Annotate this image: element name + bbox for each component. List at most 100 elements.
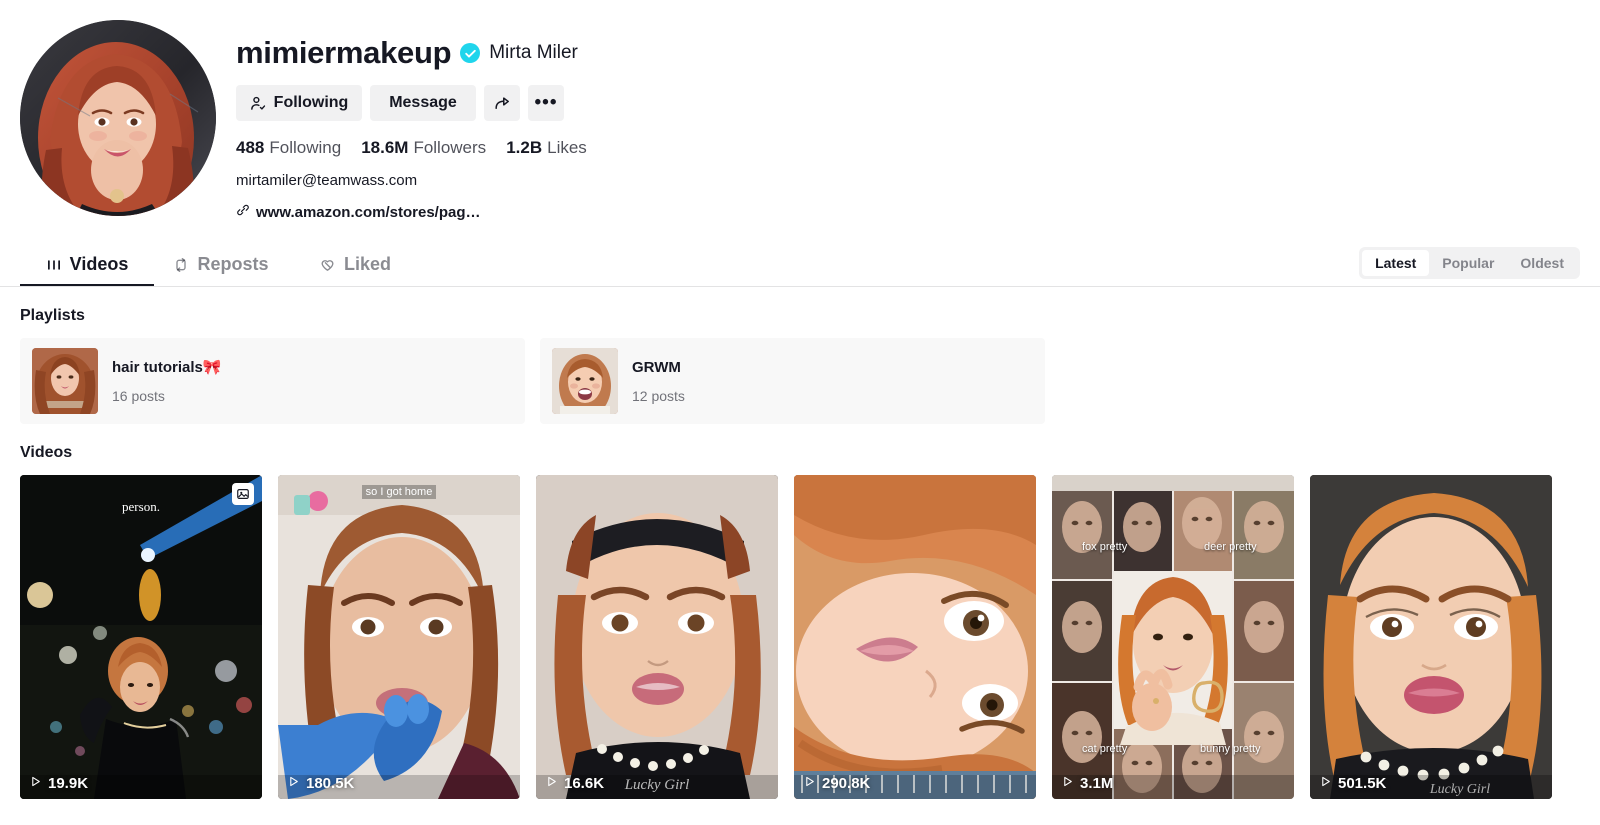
- bio-link-text: www.amazon.com/stores/pag…: [256, 203, 481, 221]
- following-button[interactable]: Following: [236, 85, 362, 121]
- verified-check-icon: [460, 43, 481, 63]
- tab-videos[interactable]: Videos: [20, 243, 154, 286]
- tab-videos-label: Videos: [69, 254, 129, 274]
- sort-option-oldest[interactable]: Oldest: [1507, 250, 1577, 276]
- video-card[interactable]: fox pretty deer pretty cat pretty bunny …: [1052, 475, 1294, 799]
- profile-nickname: Mirta Miler: [489, 42, 578, 63]
- video-views-text: 16.6K: [564, 775, 605, 792]
- name-row: mimiermakeup Mirta Miler: [236, 34, 587, 72]
- followers-count: 18.6M: [361, 138, 409, 157]
- sort-option-latest[interactable]: Latest: [1362, 250, 1430, 276]
- video-card[interactable]: so I got home 180.5K: [278, 475, 520, 799]
- collage-label: cat pretty: [1082, 743, 1128, 755]
- play-triangle-icon: [1061, 775, 1074, 792]
- playlist-card-grwm[interactable]: GRWM 12 posts: [540, 338, 1045, 424]
- video-card[interactable]: Lucky Girl 16.6K: [536, 475, 778, 799]
- link-icon: [236, 203, 250, 221]
- tab-reposts-label: Reposts: [197, 254, 269, 274]
- avatar[interactable]: [20, 20, 216, 216]
- playlist-thumbnail: [552, 348, 618, 414]
- play-triangle-icon: [29, 775, 42, 792]
- video-thumbnail: [278, 475, 520, 799]
- video-caption: so I got home: [278, 485, 520, 499]
- profile-actions: Following Message •••: [236, 85, 587, 121]
- playlist-post-count: 16 posts: [112, 388, 165, 404]
- video-thumbnail: Lucky Girl: [1310, 475, 1552, 799]
- playlists-section-title: Playlists: [20, 307, 85, 324]
- video-views-text: 501.5K: [1338, 775, 1387, 792]
- video-thumbnail: [20, 475, 262, 799]
- videos-section-title: Videos: [20, 444, 73, 461]
- person-check-icon: [250, 95, 267, 112]
- video-view-count: 19.9K: [29, 775, 88, 792]
- playlist-name: hair tutorials🎀: [112, 359, 222, 376]
- profile-header: mimiermakeup Mirta Miler Following Messa…: [0, 0, 1600, 221]
- profile-bio-link[interactable]: www.amazon.com/stores/pag…: [236, 203, 587, 221]
- video-view-count: 16.6K: [545, 775, 604, 792]
- play-triangle-icon: [287, 775, 300, 792]
- content-tabs-bar: Videos Reposts Liked Latest Popular Olde…: [0, 243, 1600, 287]
- play-triangle-icon: [1319, 775, 1332, 792]
- video-view-count: 3.1M: [1061, 775, 1113, 792]
- heart-hidden-icon: [319, 256, 336, 273]
- sort-option-popular[interactable]: Popular: [1429, 250, 1507, 276]
- more-options-button[interactable]: •••: [528, 85, 564, 121]
- following-label: Following: [269, 138, 342, 157]
- repost-arrows-icon: [173, 257, 189, 273]
- video-view-count: 180.5K: [287, 775, 354, 792]
- profile-bio-email: mirtamiler@teamwass.com: [236, 172, 418, 189]
- video-thumbnail: Lucky Girl: [536, 475, 778, 799]
- following-button-label: Following: [273, 94, 349, 111]
- video-view-count: 501.5K: [1319, 775, 1386, 792]
- likes-count: 1.2B: [506, 138, 543, 157]
- profile-stats: 488 Following 18.6M Followers 1.2B Likes: [236, 138, 587, 158]
- video-thumbnail: [794, 475, 1036, 799]
- playlist-thumbnail: [32, 348, 98, 414]
- message-button-label: Message: [389, 94, 457, 111]
- playlist-meta: hair tutorials🎀 16 posts: [112, 358, 222, 404]
- likes-label: Likes: [547, 138, 587, 157]
- video-views-text: 19.9K: [48, 775, 89, 792]
- playlist-post-count: 12 posts: [632, 387, 685, 404]
- profile-info: mimiermakeup Mirta Miler Following Messa…: [236, 20, 587, 221]
- play-triangle-icon: [545, 775, 558, 792]
- followers-label: Followers: [413, 138, 487, 157]
- video-card[interactable]: Lucky Girl 501.5K: [1310, 475, 1552, 799]
- playlist-name: GRWM: [632, 358, 681, 376]
- playlist-thumb-image: [32, 348, 98, 414]
- tab-liked-label: Liked: [343, 254, 391, 274]
- collage-label: fox pretty: [1082, 541, 1128, 553]
- sort-segmented-control: Latest Popular Oldest: [1359, 247, 1580, 279]
- video-card[interactable]: 290.8K: [794, 475, 1036, 799]
- avatar-image: [20, 20, 216, 216]
- video-card[interactable]: person. 19.9K: [20, 475, 262, 799]
- tab-reposts[interactable]: Reposts: [154, 243, 288, 286]
- more-options-icon: •••: [534, 92, 558, 113]
- multi-image-icon: [232, 483, 254, 505]
- playlist-card-hair-tutorials[interactable]: hair tutorials🎀 16 posts: [20, 338, 525, 424]
- video-caption-text: so I got home: [361, 485, 437, 499]
- share-button[interactable]: [484, 85, 520, 121]
- content-tabs: Videos Reposts Liked: [20, 243, 422, 286]
- collage-label: deer pretty: [1204, 541, 1257, 553]
- message-button[interactable]: Message: [370, 85, 476, 121]
- video-views-text: 3.1M: [1080, 775, 1114, 792]
- playlist-meta: GRWM 12 posts: [632, 359, 685, 404]
- following-count: 488: [236, 138, 265, 157]
- grid-bars-icon: [46, 257, 62, 273]
- stat-likes: 1.2B Likes: [506, 138, 587, 158]
- video-grid: person. 19.9K so I got home 180.5K Lucky…: [20, 475, 1600, 799]
- profile-username: mimiermakeup: [236, 35, 452, 70]
- tab-liked[interactable]: Liked: [288, 243, 422, 286]
- playlists-row: hair tutorials🎀 16 posts GRWM 12 posts: [20, 338, 1600, 424]
- stat-following[interactable]: 488 Following: [236, 138, 341, 158]
- collage-label: bunny pretty: [1200, 743, 1261, 755]
- tiktok-profile-page: mimiermakeup Mirta Miler Following Messa…: [0, 0, 1600, 825]
- video-views-text: 180.5K: [306, 775, 355, 792]
- playlist-thumb-image: [552, 348, 618, 414]
- play-triangle-icon: [803, 775, 816, 792]
- share-arrow-icon: [493, 94, 512, 113]
- video-caption: person.: [122, 499, 160, 514]
- stat-followers[interactable]: 18.6M Followers: [361, 138, 486, 158]
- video-view-count: 290.8K: [803, 775, 870, 792]
